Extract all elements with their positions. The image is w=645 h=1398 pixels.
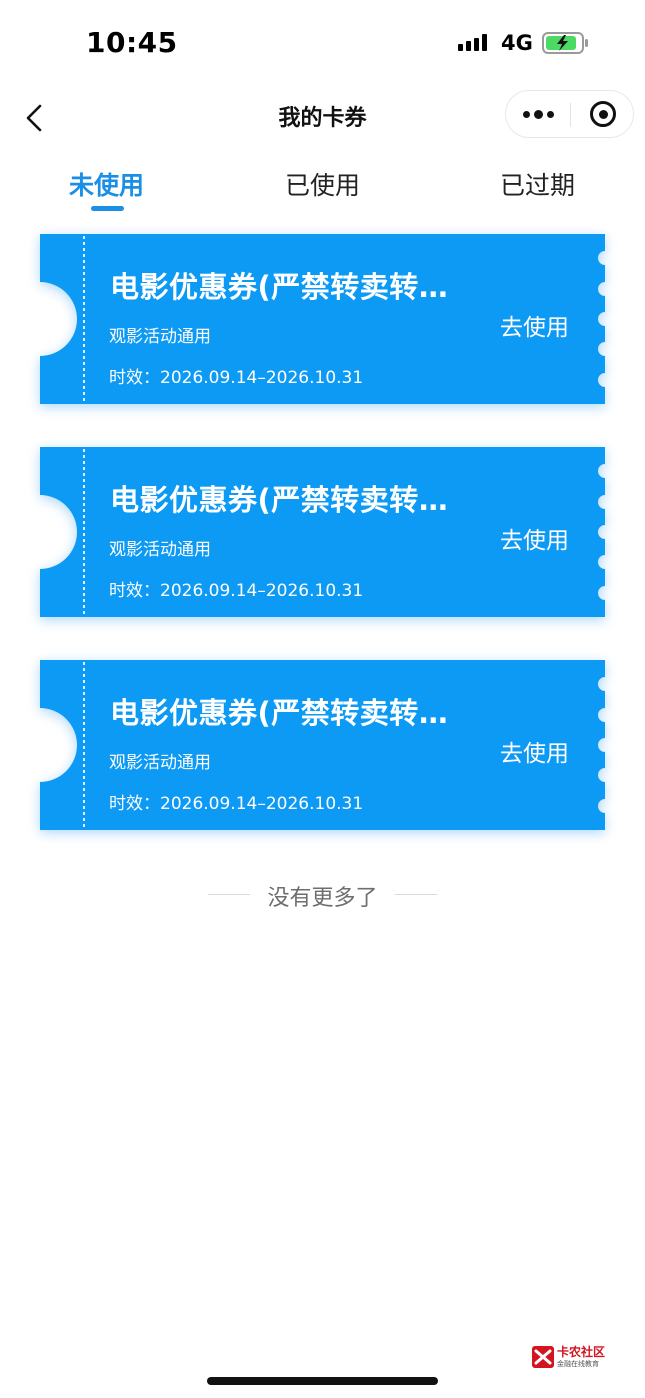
end-of-list: 没有更多了 (0, 876, 645, 912)
use-coupon-button[interactable]: 去使用 (500, 734, 569, 768)
watermark: 卡农社区 金融在线教育 (531, 1343, 617, 1371)
mini-program-capsule (505, 90, 634, 138)
network-label: 4G (501, 31, 533, 55)
coupon-description: 观影活动通用 (109, 327, 211, 347)
tab-expired[interactable]: 已过期 (500, 166, 575, 202)
screen: 10:45 4G 我的卡券 未使用 已使用 已过期 电影优惠券(严禁转卖转… 观… (0, 0, 645, 1398)
nav-bar: 我的卡券 (0, 88, 645, 144)
more-button[interactable] (506, 91, 570, 137)
more-dots-icon (522, 110, 530, 118)
divider-right (395, 894, 437, 895)
tab-used[interactable]: 已使用 (285, 166, 360, 202)
coupon-validity: 时效：2026.09.14–2026.10.31 (109, 581, 364, 601)
coupon-validity: 时效：2026.09.14–2026.10.31 (109, 794, 364, 814)
target-close-icon (590, 101, 616, 127)
coupon-card[interactable]: 电影优惠券(严禁转卖转… 观影活动通用 时效：2026.09.14–2026.1… (40, 660, 605, 830)
coupon-card[interactable]: 电影优惠券(严禁转卖转… 观影活动通用 时效：2026.09.14–2026.1… (40, 234, 605, 404)
close-mini-program-button[interactable] (571, 91, 635, 137)
coupon-title: 电影优惠券(严禁转卖转… (110, 696, 449, 730)
watermark-name: 卡农社区 (557, 1345, 606, 1359)
tab-active-indicator (91, 206, 124, 211)
tab-unused[interactable]: 未使用 (69, 166, 144, 202)
coupon-validity: 时效：2026.09.14–2026.10.31 (109, 368, 364, 388)
use-coupon-button[interactable]: 去使用 (500, 308, 569, 342)
tab-bar: 未使用 已使用 已过期 (0, 160, 645, 215)
coupon-title: 电影优惠券(严禁转卖转… (110, 270, 449, 304)
end-of-list-text: 没有更多了 (267, 886, 378, 911)
home-indicator[interactable] (207, 1377, 438, 1385)
battery-icon (542, 32, 588, 54)
signal-icon (458, 34, 487, 51)
coupon-card[interactable]: 电影优惠券(严禁转卖转… 观影活动通用 时效：2026.09.14–2026.1… (40, 447, 605, 617)
kanong-logo-icon (532, 1346, 554, 1368)
use-coupon-button[interactable]: 去使用 (500, 521, 569, 555)
coupon-description: 观影活动通用 (109, 540, 211, 560)
status-bar: 10:45 4G (0, 0, 645, 88)
coupon-description: 观影活动通用 (109, 753, 211, 773)
status-time: 10:45 (86, 26, 178, 59)
coupon-title: 电影优惠券(严禁转卖转… (110, 483, 449, 517)
watermark-subtitle: 金融在线教育 (557, 1360, 599, 1368)
